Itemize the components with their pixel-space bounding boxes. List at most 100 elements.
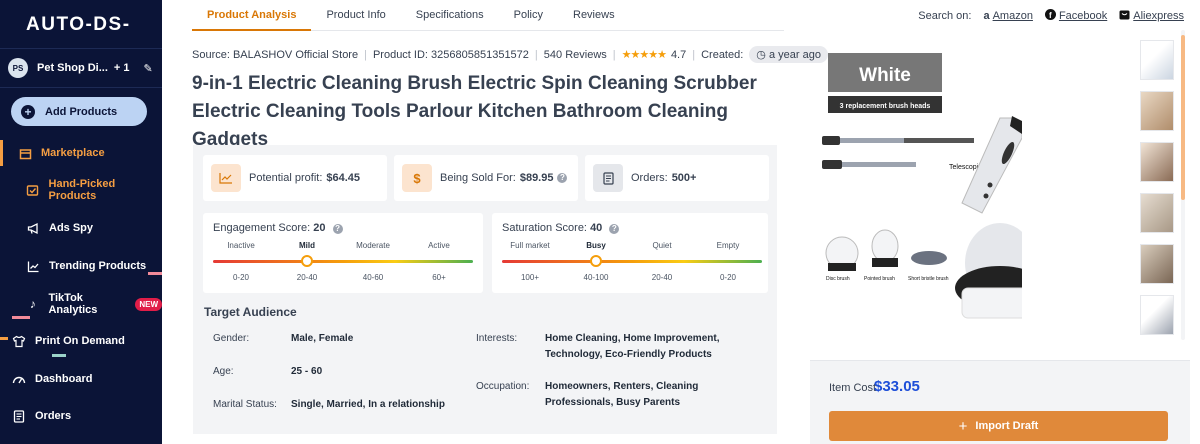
sold-value: $89.95 (519, 172, 554, 184)
import-draft-button[interactable]: + Import Draft (829, 411, 1168, 441)
tab-product-info[interactable]: Product Info (311, 0, 400, 31)
help-icon[interactable]: ? (332, 224, 343, 234)
gender-label: Gender: (213, 333, 250, 344)
engagement-gauge (213, 260, 473, 263)
sidebar-item-tiktok-analytics[interactable]: ♪ TikTok Analytics NEW (0, 290, 162, 318)
sidebar-item-label: Orders (35, 410, 72, 422)
amazon-link[interactable]: Amazon (993, 10, 1033, 22)
orders-card: Orders: 500+ (585, 155, 769, 201)
plus-icon: + (21, 104, 35, 119)
engagement-range-label: 20-40 (296, 273, 318, 282)
sidebar-item-label: Dashboard (35, 373, 93, 385)
item-cost-value: $33.05 (874, 378, 920, 395)
product-thumbnail[interactable] (1140, 193, 1174, 233)
store-avatar: PS (8, 58, 28, 78)
pencil-icon[interactable]: ✎ (144, 62, 153, 75)
hand-picked-icon (26, 183, 40, 197)
age-value: 25 - 60 (291, 366, 323, 377)
saturation-title: Saturation Score: 40 ? (502, 222, 620, 234)
tab-product-analysis[interactable]: Product Analysis (192, 0, 312, 31)
saturation-range-label: 40-100 (583, 273, 609, 282)
potential-profit-card: Potential profit: $64.45 (203, 155, 387, 201)
sidebar: AUTO-DS- PS Pet Shop Di... + 1 ✎ + Add P… (0, 0, 162, 444)
product-thumbnail[interactable] (1140, 40, 1174, 80)
created-label: Created: (701, 48, 744, 61)
saturation-level-label: Empty (716, 241, 740, 250)
help-icon[interactable]: ? (609, 224, 620, 234)
engagement-knob (301, 255, 313, 267)
sold-label: Being Sold For: (440, 172, 516, 184)
tab-reviews[interactable]: Reviews (558, 0, 630, 31)
saturation-range-label: 20-40 (651, 273, 673, 282)
dollar-icon: $ (402, 164, 432, 192)
saturation-range-label: 0-20 (719, 273, 736, 282)
meta-separator: | (612, 48, 616, 61)
chart-icon (211, 164, 241, 192)
orders-value: 500+ (671, 172, 697, 184)
store-selector[interactable]: PS Pet Shop Di... + 1 ✎ (0, 48, 162, 88)
decoration-dash (52, 354, 66, 357)
sidebar-item-trending-products[interactable]: Trending Products (0, 252, 162, 280)
sidebar-item-ads-spy[interactable]: Ads Spy (0, 214, 162, 242)
tab-specifications[interactable]: Specifications (401, 0, 499, 31)
engagement-level-label: Moderate (356, 241, 390, 250)
sidebar-item-orders[interactable]: Orders (0, 402, 162, 430)
sidebar-item-marketplace[interactable]: Marketplace (0, 139, 162, 167)
svg-text:f: f (1049, 11, 1052, 20)
brush-label-2: Pointed brush (864, 276, 895, 282)
sidebar-item-label: Hand-Picked Products (48, 178, 116, 202)
tab-policy[interactable]: Policy (499, 0, 558, 31)
product-tabs: Product Analysis Product Info Specificat… (192, 0, 784, 31)
product-thumbnail[interactable] (1140, 244, 1174, 284)
occupation-value-line1: Homeowners, Renters, Cleaning (545, 381, 699, 392)
orders-icon (12, 409, 26, 423)
product-main-image[interactable]: White 3 replacement brush heads Telescop… (812, 38, 1045, 358)
gender-value: Male, Female (291, 333, 354, 344)
sidebar-item-dashboard[interactable]: Dashboard (0, 365, 162, 393)
facebook-link[interactable]: Facebook (1059, 10, 1107, 22)
interests-value-line2: Technology, Eco-Friendly Products (545, 349, 712, 360)
shirt-icon (12, 334, 26, 348)
saturation-range-label: 100+ (520, 273, 540, 282)
saturation-level-label: Busy (586, 241, 606, 250)
add-products-button[interactable]: + Add Products (11, 97, 147, 126)
saturation-level-label: Full market (510, 241, 550, 250)
search-on-label: Search on: (918, 10, 972, 22)
occupation-value-line2: Professionals, Busy Parents (545, 397, 681, 408)
engagement-label: Engagement Score: (213, 222, 311, 234)
product-thumbnail[interactable] (1140, 295, 1174, 335)
autods-logo[interactable]: AUTO-DS- (26, 14, 131, 36)
profit-label: Potential profit: (249, 172, 323, 184)
cost-panel: Item Cost $33.05 + Import Draft (810, 360, 1190, 444)
engagement-level-label: Inactive (227, 241, 255, 250)
megaphone-icon (26, 221, 40, 235)
thumbnail-scrollbar-thumb[interactable] (1181, 35, 1185, 200)
store-icon (18, 146, 32, 160)
decoration-dash (12, 316, 30, 319)
facebook-icon: f (1044, 9, 1056, 23)
sidebar-item-label: Trending Products (49, 260, 147, 272)
aliexpress-link[interactable]: Aliexpress (1133, 10, 1184, 22)
meta-separator: | (692, 48, 696, 61)
saturation-level-label: Quiet (652, 241, 672, 250)
sidebar-item-hand-picked[interactable]: Hand-Picked Products (0, 176, 162, 204)
add-products-label: Add Products (45, 105, 118, 118)
product-thumbnail[interactable] (1140, 142, 1174, 182)
sidebar-item-print-on-demand[interactable]: Print On Demand (0, 327, 162, 355)
analysis-panel: Potential profit: $64.45 $ Being Sold Fo… (193, 145, 777, 434)
item-cost-label: Item Cost (829, 382, 877, 394)
engagement-value: 20 (313, 222, 326, 234)
engagement-score-card: Engagement Score: 20 ? Inactive Mild Moder… (203, 213, 483, 293)
gauge-icon (12, 372, 26, 386)
review-count: 540 Reviews (543, 48, 607, 61)
product-thumbnail[interactable] (1140, 91, 1174, 131)
engagement-range-label: 40-60 (362, 273, 384, 282)
trending-icon (26, 259, 40, 273)
being-sold-for-card: $ Being Sold For: $89.95 ? (394, 155, 578, 201)
interests-value-line1: Home Cleaning, Home Improvement, (545, 333, 720, 344)
help-icon[interactable]: ? (557, 173, 568, 183)
saturation-label: Saturation Score: (502, 222, 587, 234)
interests-label: Interests: (476, 333, 518, 344)
brush-label-3: Short bristle brush (908, 276, 949, 282)
source-store: Source: BALASHOV Official Store (192, 48, 359, 61)
